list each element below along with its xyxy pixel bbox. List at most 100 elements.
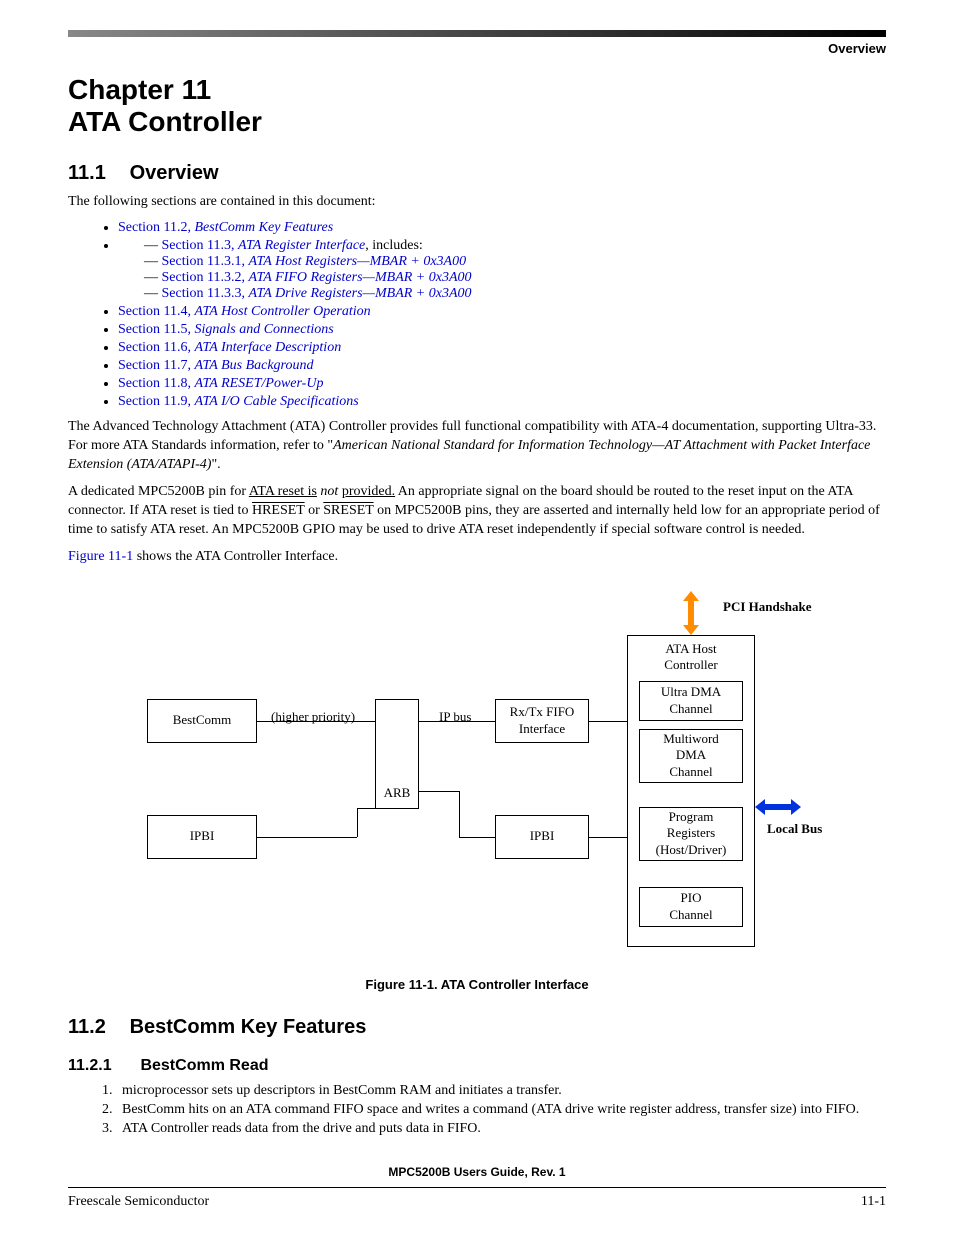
toc-item: Section 11.9, ATA I/O Cable Specificatio… — [118, 394, 886, 410]
toc-item: Section 11.5, Signals and Connections — [118, 322, 886, 338]
section-number: 11.1 — [68, 162, 124, 185]
text-italic: not — [317, 484, 342, 499]
list-item: BestComm hits on an ATA command FIFO spa… — [116, 1102, 886, 1118]
xref-link[interactable]: Section 11.6, ATA Interface Description — [118, 340, 341, 355]
diagram-box-arb: ARB — [375, 699, 419, 809]
body-paragraph: The Advanced Technology Attachment (ATA)… — [68, 418, 886, 475]
list-item: microprocessor sets up descriptors in Be… — [116, 1083, 886, 1099]
xref-link[interactable]: Section 11.3.2, ATA FIFO Registers—MBAR … — [162, 270, 472, 285]
xref-title: ATA I/O Cable Specifications — [194, 394, 358, 409]
xref-link[interactable]: Section 11.2, BestComm Key Features — [118, 220, 333, 235]
section-overview-heading: 11.1 Overview — [68, 162, 886, 185]
xref-link[interactable]: Section 11.7, ATA Bus Background — [118, 358, 313, 373]
toc-subitem: Section 11.3.2, ATA FIFO Registers—MBAR … — [144, 270, 886, 286]
list-item: ATA Controller reads data from the drive… — [116, 1121, 886, 1137]
text: or — [305, 503, 324, 518]
xref-sec: Section 11.3.3, — [162, 286, 249, 301]
xref-sec: Section 11.5, — [118, 322, 194, 337]
toc-item: Section 11.6, ATA Interface Description — [118, 340, 886, 356]
xref-sec: Section 11.3.2, — [162, 270, 249, 285]
xref-title: ATA Bus Background — [194, 358, 313, 373]
text-overline: HRESET — [252, 503, 305, 518]
diagram-box-ipbi-mid: IPBI — [495, 815, 589, 859]
connector — [459, 837, 495, 838]
diagram-label-pci: PCI Handshake — [723, 599, 812, 615]
section-features-heading: 11.2 BestComm Key Features — [68, 1016, 886, 1039]
connector — [459, 791, 460, 837]
xref-link[interactable]: Section 11.3.1, ATA Host Registers—MBAR … — [162, 254, 467, 269]
text-underline: ATA reset is — [249, 484, 317, 499]
xref-sec: Section 11.4, — [118, 304, 194, 319]
text: ". — [211, 457, 220, 472]
xref-title: ATA Interface Description — [194, 340, 341, 355]
diagram-box-pio: PIO Channel — [639, 887, 743, 927]
overview-intro: The following sections are contained in … — [68, 193, 886, 212]
xref-title: ATA Drive Registers—MBAR + 0x3A00 — [248, 286, 471, 301]
section-number: 11.2 — [68, 1016, 124, 1039]
xref-link[interactable]: Section 11.5, Signals and Connections — [118, 322, 334, 337]
page-footer: Freescale Semiconductor 11-1 — [68, 1187, 886, 1210]
section-title: BestComm Read — [140, 1057, 268, 1074]
xref-title: BestComm Key Features — [194, 220, 333, 235]
xref-sec: Section 11.6, — [118, 340, 194, 355]
text-overline: SRESET — [323, 503, 373, 518]
toc-subitem: Section 11.3.3, ATA Drive Registers—MBAR… — [144, 286, 886, 302]
diagram-box-fifo: Rx/Tx FIFO Interface — [495, 699, 589, 743]
diagram-box-prog: Program Registers (Host/Driver) — [639, 807, 743, 861]
xref-title: ATA FIFO Registers—MBAR + 0x3A00 — [248, 270, 471, 285]
xref-link[interactable]: Figure 11-1 — [68, 549, 133, 564]
xref-title: ATA RESET/Power-Up — [194, 376, 323, 391]
xref-link[interactable]: Section 11.3, ATA Register Interface — [162, 238, 366, 253]
footer-page-number: 11-1 — [861, 1194, 886, 1210]
chapter-number: Chapter 11 — [68, 74, 211, 105]
connector — [257, 837, 357, 838]
connector — [589, 721, 627, 722]
xref-link[interactable]: Section 11.4, ATA Host Controller Operat… — [118, 304, 371, 319]
toc-subitem: Section 11.3, ATA Register Interface, in… — [144, 238, 886, 254]
diagram-box-ipbi-left: IPBI — [147, 815, 257, 859]
xref-sec: Section 11.8, — [118, 376, 194, 391]
toc-item: Section 11.4, ATA Host Controller Operat… — [118, 304, 886, 320]
subsection-read-heading: 11.2.1 BestComm Read — [68, 1057, 886, 1075]
chapter-title: ATA Controller — [68, 106, 262, 137]
connector — [357, 808, 375, 809]
xref-title: ATA Host Controller Operation — [194, 304, 370, 319]
section-title: Overview — [130, 162, 219, 184]
xref-sec: Section 11.3.1, — [162, 254, 249, 269]
double-arrow-vertical-icon — [685, 591, 697, 635]
xref-link[interactable]: Section 11.9, ATA I/O Cable Specificatio… — [118, 394, 359, 409]
text: shows the ATA Controller Interface. — [133, 549, 338, 564]
chapter-heading: Chapter 11 ATA Controller — [68, 74, 886, 138]
body-paragraph: A dedicated MPC5200B pin for ATA reset i… — [68, 483, 886, 540]
double-arrow-horizontal-icon — [755, 801, 801, 813]
toc-subitem: Section 11.3.1, ATA Host Registers—MBAR … — [144, 254, 886, 270]
diagram-label-ipbus: IP bus — [439, 709, 471, 725]
diagram-label-localbus: Local Bus — [767, 821, 822, 837]
connector — [357, 809, 358, 837]
diagram-box-mwdma: Multiword DMA Channel — [639, 729, 743, 783]
xref-sec: Section 11.9, — [118, 394, 194, 409]
xref-sec: Section 11.3, — [162, 238, 238, 253]
xref-sec: Section 11.2, — [118, 220, 194, 235]
xref-title: ATA Host Registers—MBAR + 0x3A00 — [248, 254, 466, 269]
toc-list: Section 11.2, BestComm Key Features Sect… — [118, 220, 886, 410]
diagram-box-udma: Ultra DMA Channel — [639, 681, 743, 721]
toc-item: Section 11.2, BestComm Key Features — [118, 220, 886, 236]
toc-item: Section 11.8, ATA RESET/Power-Up — [118, 376, 886, 392]
text: A dedicated MPC5200B pin for — [68, 484, 249, 499]
diagram-label-ata-host: ATA Host Controller — [627, 641, 755, 673]
xref-title: ATA Register Interface — [238, 238, 365, 253]
footer-left: Freescale Semiconductor — [68, 1194, 209, 1210]
toc-item: Section 11.7, ATA Bus Background — [118, 358, 886, 374]
text-underline: provided. — [342, 484, 395, 499]
toc-item: Section 11.3, ATA Register Interface, in… — [118, 238, 886, 302]
xref-link[interactable]: Section 11.8, ATA RESET/Power-Up — [118, 376, 323, 391]
footer-doc-title: MPC5200B Users Guide, Rev. 1 — [68, 1165, 886, 1179]
body-paragraph: Figure 11-1 shows the ATA Controller Int… — [68, 548, 886, 567]
xref-link[interactable]: Section 11.3.3, ATA Drive Registers—MBAR… — [162, 286, 472, 301]
connector — [419, 721, 495, 722]
connector — [419, 791, 459, 792]
diagram-label-higher: (higher priority) — [271, 709, 355, 725]
connector — [257, 721, 375, 722]
xref-sec: Section 11.7, — [118, 358, 194, 373]
